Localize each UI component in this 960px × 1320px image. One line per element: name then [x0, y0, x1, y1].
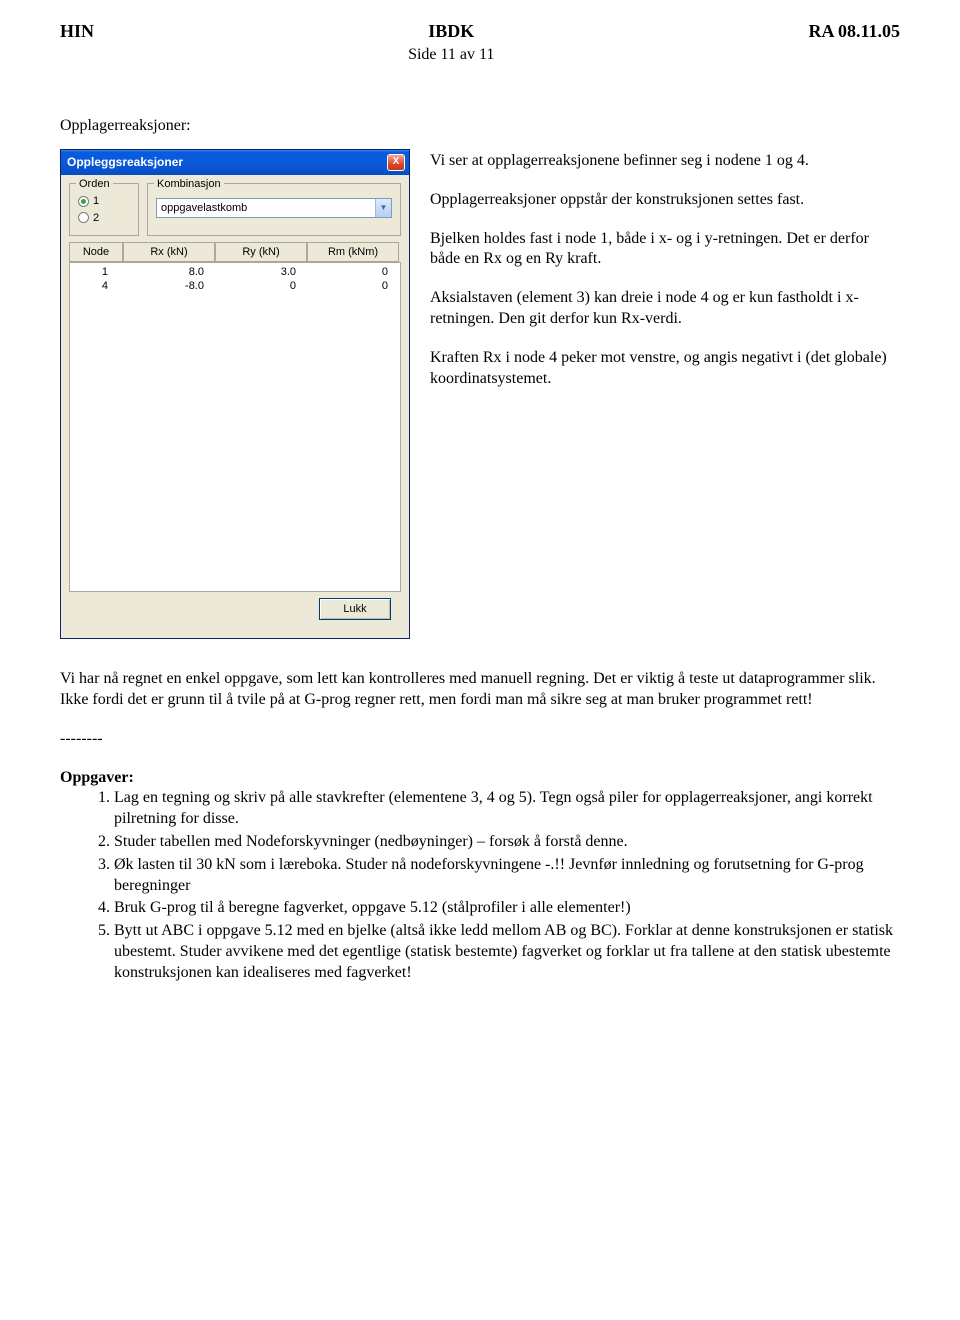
orden-fieldset: Orden 1 2 — [69, 183, 139, 236]
chevron-down-icon: ▼ — [375, 199, 391, 217]
lower-text: Vi har nå regnet en enkel oppgave, som l… — [60, 669, 900, 983]
close-button[interactable]: X — [387, 154, 405, 171]
radio-icon — [78, 212, 89, 223]
table-row: 1 8.0 3.0 0 — [70, 265, 400, 279]
description-text: Vi ser at opplagerreaksjonene befinner s… — [430, 149, 900, 407]
header-left: HIN — [60, 20, 94, 66]
kombinasjon-fieldset: Kombinasjon oppgavelastkomb ▼ — [147, 183, 401, 236]
header-center-wrap: IBDK Side 11 av 11 — [94, 20, 808, 66]
table-row: 4 -8.0 0 0 — [70, 279, 400, 293]
header-right: RA 08.11.05 — [808, 20, 900, 66]
th-node: Node — [69, 242, 123, 262]
list-item: Bruk G-prog til å beregne fagverket, opp… — [114, 898, 900, 919]
paragraph: Kraften Rx i node 4 peker mot venstre, o… — [430, 348, 900, 390]
cell-rx: 8.0 — [124, 265, 216, 279]
table-header: Node Rx (kN) Ry (kN) Rm (kNm) — [69, 242, 401, 262]
cell-ry: 3.0 — [216, 265, 308, 279]
paragraph: Vi har nå regnet en enkel oppgave, som l… — [60, 669, 900, 711]
lukk-button[interactable]: Lukk — [319, 598, 391, 620]
paragraph: Bjelken holdes fast i node 1, både i x- … — [430, 229, 900, 271]
cell-node: 4 — [70, 279, 124, 293]
orden-radio-2[interactable]: 2 — [78, 211, 130, 225]
cell-rx: -8.0 — [124, 279, 216, 293]
oppgaver-list: Lag en tegning og skriv på alle stavkref… — [90, 788, 900, 983]
kombinasjon-value: oppgavelastkomb — [161, 201, 247, 215]
table-body: 1 8.0 3.0 0 4 -8.0 0 0 — [69, 262, 401, 592]
header-center: IBDK — [94, 20, 808, 43]
list-item: Lag en tegning og skriv på alle stavkref… — [114, 788, 900, 830]
kombinasjon-legend: Kombinasjon — [154, 177, 224, 191]
paragraph: Opplagerreaksjoner oppstår der konstruks… — [430, 190, 900, 211]
cell-rm: 0 — [308, 265, 400, 279]
orden-opt2-label: 2 — [93, 211, 99, 225]
list-item: Studer tabellen med Nodeforskyvninger (n… — [114, 832, 900, 853]
cell-rm: 0 — [308, 279, 400, 293]
list-item: Øk lasten til 30 kN som i læreboka. Stud… — [114, 855, 900, 897]
orden-radio-1[interactable]: 1 — [78, 194, 130, 208]
dialog-title: Oppleggsreaksjoner — [67, 155, 183, 171]
close-icon: X — [393, 156, 400, 167]
paragraph: Vi ser at opplagerreaksjonene befinner s… — [430, 151, 900, 172]
dialog-titlebar: Oppleggsreaksjoner X — [61, 150, 409, 175]
orden-opt1-label: 1 — [93, 194, 99, 208]
separator-dashes: -------- — [60, 729, 900, 750]
cell-ry: 0 — [216, 279, 308, 293]
list-item: Bytt ut ABC i oppgave 5.12 med en bjelke… — [114, 921, 900, 983]
orden-legend: Orden — [76, 177, 113, 191]
paragraph: Aksialstaven (element 3) kan dreie i nod… — [430, 288, 900, 330]
page-header: HIN IBDK Side 11 av 11 RA 08.11.05 — [60, 20, 900, 66]
reactions-dialog: Oppleggsreaksjoner X Orden 1 2 — [60, 149, 410, 639]
oppgaver-title: Oppgaver: — [60, 769, 134, 786]
kombinasjon-dropdown[interactable]: oppgavelastkomb ▼ — [156, 198, 392, 218]
th-ry: Ry (kN) — [215, 242, 307, 262]
th-rm: Rm (kNm) — [307, 242, 399, 262]
radio-icon — [78, 196, 89, 207]
section-title: Opplagerreaksjoner: — [60, 116, 900, 137]
header-subpage: Side 11 av 11 — [94, 45, 808, 66]
cell-node: 1 — [70, 265, 124, 279]
th-rx: Rx (kN) — [123, 242, 215, 262]
